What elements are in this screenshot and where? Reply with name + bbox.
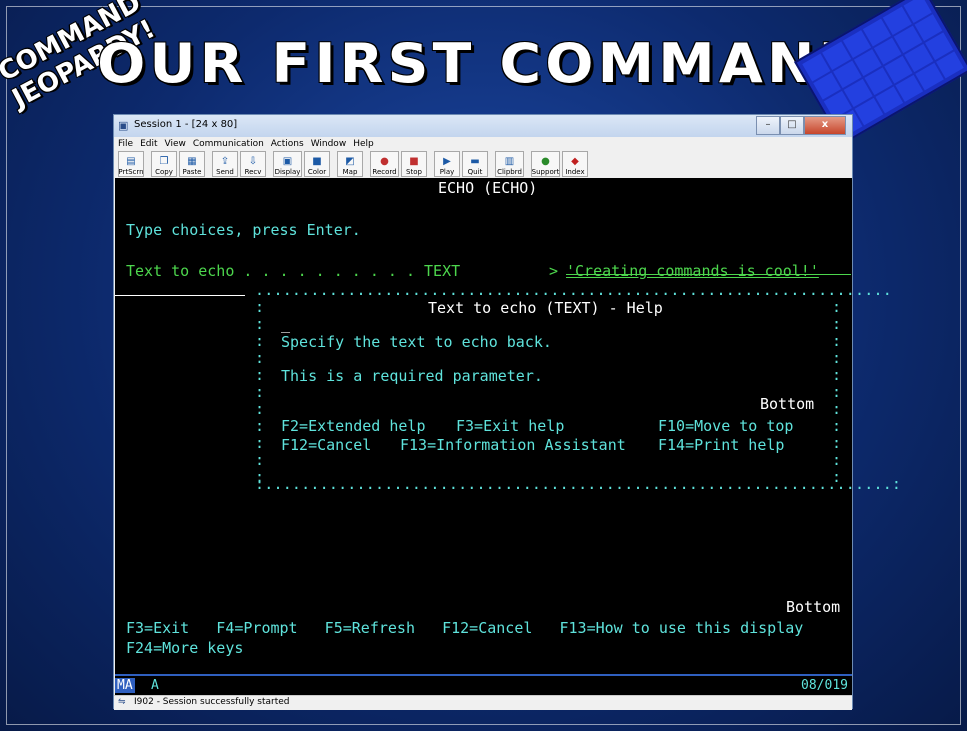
help-border-left: : : : : : : : : : : : (255, 298, 265, 486)
function-keys-line-1[interactable]: F3=Exit F4=Prompt F5=Refresh F12=Cancel … (126, 619, 803, 637)
help-window: ........................................… (255, 281, 901, 493)
clipbrd-button[interactable]: ▥ Clipbrd (495, 151, 524, 177)
recv-button[interactable]: ⇩ Recv (240, 151, 266, 177)
index-button[interactable]: ◆ Index (562, 151, 588, 177)
copy-button[interactable]: ❐ Copy (151, 151, 177, 177)
record-icon: ● (380, 156, 389, 167)
map-icon: ◩ (345, 156, 355, 167)
status-bar: ⇋ I902 - Session successfully started (114, 695, 852, 710)
support-button[interactable]: ● Support (531, 151, 560, 177)
oia-indicator: A (151, 678, 159, 693)
status-text: I902 - Session successfully started (134, 697, 290, 707)
menu-help[interactable]: Help (353, 139, 374, 149)
prtscrn-button[interactable]: ▤ PrtScrn (118, 151, 144, 177)
copy-icon: ❐ (159, 156, 169, 167)
field-underline (566, 274, 851, 275)
stop-icon: ■ (409, 156, 419, 167)
help-bottom-indicator: Bottom (760, 395, 815, 413)
help-line-1: Specify the text to echo back. (281, 333, 552, 351)
stop-button[interactable]: ■ Stop (401, 151, 427, 177)
menu-communication[interactable]: Communication (193, 139, 264, 149)
screen-header: ECHO (ECHO) (438, 179, 538, 197)
globe-icon: ● (541, 156, 550, 167)
param-value-field[interactable]: 'Creating commands is cool!' (566, 262, 819, 280)
menu-window[interactable]: Window (311, 139, 347, 149)
print-screen-icon: ▤ (126, 156, 136, 167)
help-line-2: This is a required parameter. (281, 367, 543, 385)
clipboard-icon: ▥ (504, 156, 515, 167)
screen-divider (115, 295, 245, 296)
text-cursor: _ (281, 315, 291, 333)
help-border-top: ........................................… (255, 281, 892, 299)
connection-icon: ⇋ (118, 697, 126, 707)
menu-actions[interactable]: Actions (271, 139, 304, 149)
bottom-indicator: Bottom (786, 598, 841, 616)
help-key-f3[interactable]: F3=Exit help (456, 417, 564, 435)
quit-icon: ▬ (470, 156, 480, 167)
send-button[interactable]: ⇪ Send (212, 151, 238, 177)
display-button[interactable]: ▣ Display (273, 151, 302, 177)
color-icon: ■ (312, 156, 322, 167)
paste-button[interactable]: ▦ Paste (179, 151, 205, 177)
quit-button[interactable]: ▬ Quit (462, 151, 488, 177)
help-key-f2[interactable]: F2=Extended help (281, 417, 426, 435)
operator-information-area: MA A 08/019 (115, 674, 852, 696)
play-button[interactable]: ▶ Play (434, 151, 460, 177)
cursor-position: 08/019 (801, 678, 848, 693)
paste-icon: ▦ (187, 156, 197, 167)
title-bar[interactable]: ▣ Session 1 - [24 x 80] – □ x (114, 115, 852, 137)
function-keys-line-2[interactable]: F24=More keys (126, 639, 243, 657)
send-icon: ⇪ (220, 156, 230, 167)
instruction-text: Type choices, press Enter. (126, 221, 361, 239)
minimize-button[interactable]: – (756, 116, 780, 135)
help-key-f12[interactable]: F12=Cancel (281, 436, 371, 454)
menu-edit[interactable]: Edit (140, 139, 157, 149)
display-icon: ▣ (282, 156, 293, 167)
map-button[interactable]: ◩ Map (337, 151, 363, 177)
param-label: Text to echo . . . . . . . . . . TEXT (126, 262, 461, 280)
help-border-bottom: :.......................................… (255, 475, 902, 493)
help-border-right: : : : : : : : : : : : (832, 298, 842, 486)
help-key-f13[interactable]: F13=Information Assistant (400, 436, 626, 454)
record-button[interactable]: ● Record (370, 151, 399, 177)
emulator-window: ▣ Session 1 - [24 x 80] – □ x File Edit … (113, 114, 901, 710)
toolbar: ▤ PrtScrn ❐ Copy ▦ Paste ⇪ Send ⇩ Recv ▣ Displ… (114, 151, 852, 177)
index-icon: ◆ (571, 156, 579, 167)
maximize-button[interactable]: □ (780, 116, 804, 135)
color-button[interactable]: ■ Color (304, 151, 330, 177)
help-key-f10[interactable]: F10=Move to top (658, 417, 793, 435)
session-icon: ▣ (118, 119, 129, 132)
menu-file[interactable]: File (118, 139, 133, 149)
close-button[interactable]: x (804, 116, 846, 135)
window-title: Session 1 - [24 x 80] (134, 119, 238, 130)
terminal-screen[interactable]: ECHO (ECHO) Type choices, press Enter. T… (115, 178, 901, 674)
receive-icon: ⇩ (248, 156, 258, 167)
param-arrow: > (549, 262, 559, 280)
oia-mode: MA (115, 678, 135, 693)
play-icon: ▶ (443, 156, 451, 167)
help-title: Text to echo (TEXT) - Help (428, 299, 663, 317)
help-key-f14[interactable]: F14=Print help (658, 436, 784, 454)
window-controls: – □ x (756, 116, 846, 135)
menu-bar: File Edit View Communication Actions Win… (114, 137, 852, 151)
menu-view[interactable]: View (165, 139, 186, 149)
